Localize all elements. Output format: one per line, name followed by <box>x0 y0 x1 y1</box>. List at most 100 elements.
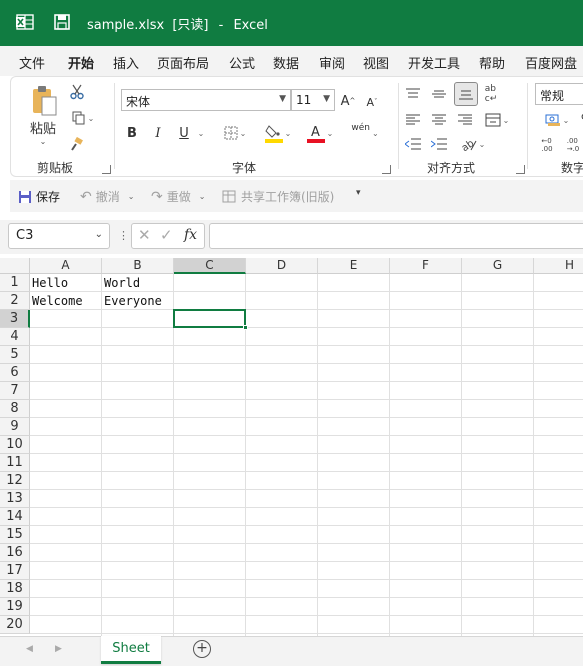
qat-share-workbook-button[interactable]: 共享工作簿(旧版) <box>222 188 334 205</box>
paste-dropdown-icon[interactable]: ⌄ <box>37 135 49 147</box>
scroll-left-icon[interactable]: ◀ <box>26 644 33 654</box>
copy-icon[interactable]: ⌄ <box>67 109 99 127</box>
increase-font-size-icon[interactable]: A ^ <box>339 91 357 111</box>
number-format-select[interactable]: 常规 <box>535 83 583 105</box>
tab-review[interactable]: 审阅 <box>319 53 345 72</box>
tab-page-layout[interactable]: 页面布局 <box>157 53 209 72</box>
customize-qat-icon[interactable]: ▾ <box>356 188 361 198</box>
row-header-16[interactable]: 16 <box>0 544 30 562</box>
bottom-align-icon[interactable] <box>454 82 478 106</box>
row-header-5[interactable]: 5 <box>0 346 30 364</box>
column-header-h[interactable]: H <box>534 258 583 274</box>
more-options-icon[interactable]: ⋮ <box>118 229 129 242</box>
column-header-e[interactable]: E <box>318 258 390 274</box>
row-header-13[interactable]: 13 <box>0 490 30 508</box>
row-header-12[interactable]: 12 <box>0 472 30 490</box>
fill-color-icon[interactable]: ⌄ <box>261 121 295 145</box>
alignment-launcher-icon[interactable] <box>516 165 525 174</box>
qat-save-button[interactable]: 保存 <box>18 188 60 205</box>
cut-icon[interactable] <box>69 83 85 101</box>
sheet-tab[interactable]: Sheet <box>101 636 161 664</box>
align-right-icon[interactable] <box>456 111 474 129</box>
font-name-select[interactable]: 宋体 ▼ <box>121 89 291 111</box>
paste-button[interactable]: 粘贴 <box>25 119 61 137</box>
underline-dropdown-icon[interactable]: ⌄ <box>195 123 207 143</box>
decrease-indent-icon[interactable] <box>404 135 422 153</box>
phonetic-guide-icon[interactable]: wén ⌄ <box>347 121 383 145</box>
merge-center-icon[interactable]: ⌄ <box>480 111 514 129</box>
font-launcher-icon[interactable] <box>382 165 391 174</box>
top-align-icon[interactable] <box>404 85 422 103</box>
font-color-icon[interactable]: A ⌄ <box>303 121 337 145</box>
cell-a2[interactable]: Welcome <box>30 294 102 310</box>
accounting-format-icon[interactable]: ⌄ <box>537 111 577 129</box>
column-header-c[interactable]: C <box>174 258 246 274</box>
cell-b1[interactable]: World <box>102 276 174 292</box>
align-center-icon[interactable] <box>430 111 448 129</box>
insert-function-button[interactable]: fx <box>184 227 197 243</box>
scroll-right-icon[interactable]: ▶ <box>55 644 62 654</box>
row-header-8[interactable]: 8 <box>0 400 30 418</box>
add-sheet-icon[interactable]: + <box>193 640 211 658</box>
cell-b2[interactable]: Everyone <box>102 294 174 310</box>
row-header-10[interactable]: 10 <box>0 436 30 454</box>
tab-view[interactable]: 视图 <box>363 53 389 72</box>
row-header-9[interactable]: 9 <box>0 418 30 436</box>
row-header-20[interactable]: 20 <box>0 616 30 634</box>
row-header-11[interactable]: 11 <box>0 454 30 472</box>
column-header-f[interactable]: F <box>390 258 462 274</box>
column-header-b[interactable]: B <box>102 258 174 274</box>
font-size-select[interactable]: 11 ▼ <box>291 89 335 111</box>
row-header-7[interactable]: 7 <box>0 382 30 400</box>
clipboard-launcher-icon[interactable] <box>102 165 111 174</box>
row-header-6[interactable]: 6 <box>0 364 30 382</box>
tab-home[interactable]: 开始 <box>68 53 94 72</box>
row-header-2[interactable]: 2 <box>0 292 30 310</box>
tab-developer[interactable]: 开发工具 <box>408 53 460 72</box>
row-header-1[interactable]: 1 <box>0 274 30 292</box>
decrease-font-size-icon[interactable]: Aˇ <box>363 93 381 111</box>
fill-handle[interactable] <box>243 325 248 330</box>
middle-align-icon[interactable] <box>430 85 448 103</box>
name-box[interactable]: C3 ⌄ <box>8 223 110 249</box>
row-header-4[interactable]: 4 <box>0 328 30 346</box>
increase-decimal-icon[interactable]: ←0.00 <box>537 135 557 155</box>
qat-redo-button[interactable]: ↷ 重做 ⌄ <box>151 188 205 205</box>
orientation-icon[interactable]: ab ⌄ <box>456 135 490 153</box>
wrap-text-icon[interactable]: ab c↵ <box>482 83 500 105</box>
cell-a1[interactable]: Hello <box>30 276 102 292</box>
tab-data[interactable]: 数据 <box>273 53 299 72</box>
column-header-g[interactable]: G <box>462 258 534 274</box>
paste-icon[interactable] <box>29 83 59 119</box>
increase-indent-icon[interactable] <box>430 135 448 153</box>
row-header-18[interactable]: 18 <box>0 580 30 598</box>
bold-button[interactable]: B <box>123 123 141 143</box>
tab-baidu-netdisk[interactable]: 百度网盘 <box>525 53 577 72</box>
tab-help[interactable]: 帮助 <box>479 53 505 72</box>
qat-undo-button[interactable]: ↶ 撤消 ⌄ <box>80 188 134 205</box>
selected-cell[interactable] <box>173 309 246 328</box>
column-header-a[interactable]: A <box>30 258 102 274</box>
enter-icon[interactable]: ✓ <box>160 226 173 244</box>
align-left-icon[interactable] <box>404 111 422 129</box>
formula-input[interactable] <box>209 223 583 249</box>
select-all-corner[interactable] <box>0 258 30 274</box>
tab-formulas[interactable]: 公式 <box>229 53 255 72</box>
column-header-d[interactable]: D <box>246 258 318 274</box>
decrease-decimal-icon[interactable]: .00 →.0 <box>563 135 583 155</box>
percent-icon[interactable]: % <box>579 111 583 129</box>
row-header-14[interactable]: 14 <box>0 508 30 526</box>
borders-icon[interactable]: ⌄ <box>221 123 249 143</box>
save-icon[interactable] <box>54 14 70 30</box>
format-painter-icon[interactable] <box>69 135 85 153</box>
chevron-down-icon[interactable]: ⌄ <box>95 229 103 240</box>
underline-button[interactable]: U <box>175 123 193 143</box>
row-header-15[interactable]: 15 <box>0 526 30 544</box>
tab-insert[interactable]: 插入 <box>113 53 139 72</box>
row-header-3[interactable]: 3 <box>0 310 30 328</box>
row-header-19[interactable]: 19 <box>0 598 30 616</box>
row-header-17[interactable]: 17 <box>0 562 30 580</box>
italic-button[interactable]: I <box>149 123 167 143</box>
tab-file[interactable]: 文件 <box>19 53 45 72</box>
cancel-icon[interactable]: ✕ <box>138 226 151 244</box>
